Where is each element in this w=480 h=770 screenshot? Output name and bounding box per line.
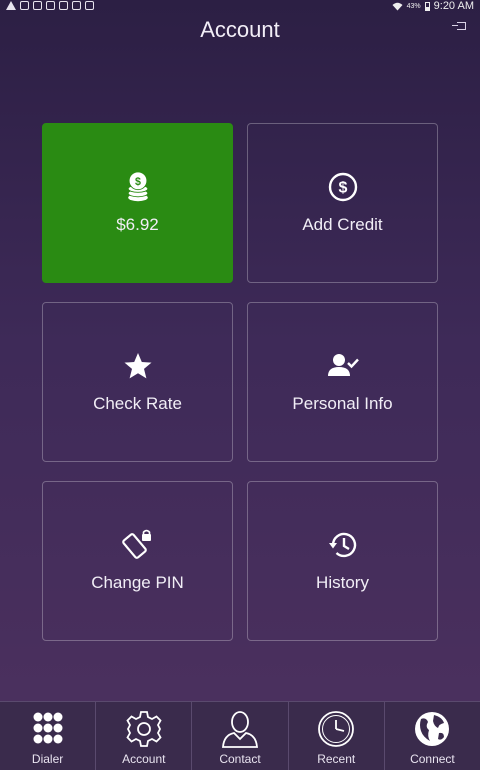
photo-icon [33,1,42,10]
notification-icons [6,1,94,10]
gear-icon [126,711,162,747]
status-bar: 43% 9:20 AM [0,0,480,14]
tab-account-label: Account [122,752,166,766]
change-pin-tile[interactable]: Change PIN [42,481,233,641]
dollar-circle-icon: $ [328,172,357,202]
check-rate-label: Check Rate [93,394,182,413]
tab-contact[interactable]: Contact [192,702,289,770]
keypad-icon [33,712,63,744]
tab-contact-label: Contact [219,752,261,766]
personal-info-tile[interactable]: Personal Info [247,302,438,462]
person-icon [222,711,258,748]
tab-dialer-label: Dialer [31,752,64,766]
logout-icon[interactable] [452,22,466,30]
change-pin-label: Change PIN [91,573,184,592]
tab-dialer[interactable]: Dialer [0,702,97,770]
check-rate-tile[interactable]: Check Rate [42,302,233,462]
clock-icon [318,711,355,747]
mail-icon [46,1,55,10]
notification-app-icon [20,1,29,10]
tab-connect[interactable]: Connect [385,702,480,770]
personal-info-label: Personal Info [292,394,393,413]
battery-percent: 43% [406,2,421,10]
battery-icon [424,1,430,11]
tab-account[interactable]: Account [96,702,193,770]
download-icon [72,1,81,10]
balance-tile[interactable]: $ $6.92 [42,123,233,283]
balance-amount: $6.92 [116,215,159,234]
history-tile[interactable]: History [247,481,438,641]
svg-text:$: $ [135,176,141,188]
bottom-tab-bar: Dialer Account Contact Recent Connect [0,701,480,770]
tab-connect-label: Connect [410,752,455,766]
add-credit-tile[interactable]: $ Add Credit [247,123,438,283]
message-icon [59,1,68,10]
clock-time: 9:20 AM [433,0,474,12]
add-credit-label: Add Credit [302,215,383,234]
star-icon [124,353,151,379]
tab-recent-label: Recent [317,752,356,766]
coins-icon: $ [127,171,148,202]
svg-text:$: $ [338,180,347,197]
tab-recent[interactable]: Recent [289,702,385,770]
gallery-icon [85,1,94,10]
globe-icon [415,712,450,746]
alert-icon [6,1,16,10]
phone-lock-icon [121,529,151,559]
user-check-icon [327,354,359,376]
history-icon [328,532,356,558]
page-title: Account [200,17,280,42]
wifi-icon [392,2,403,10]
history-label: History [316,573,369,592]
